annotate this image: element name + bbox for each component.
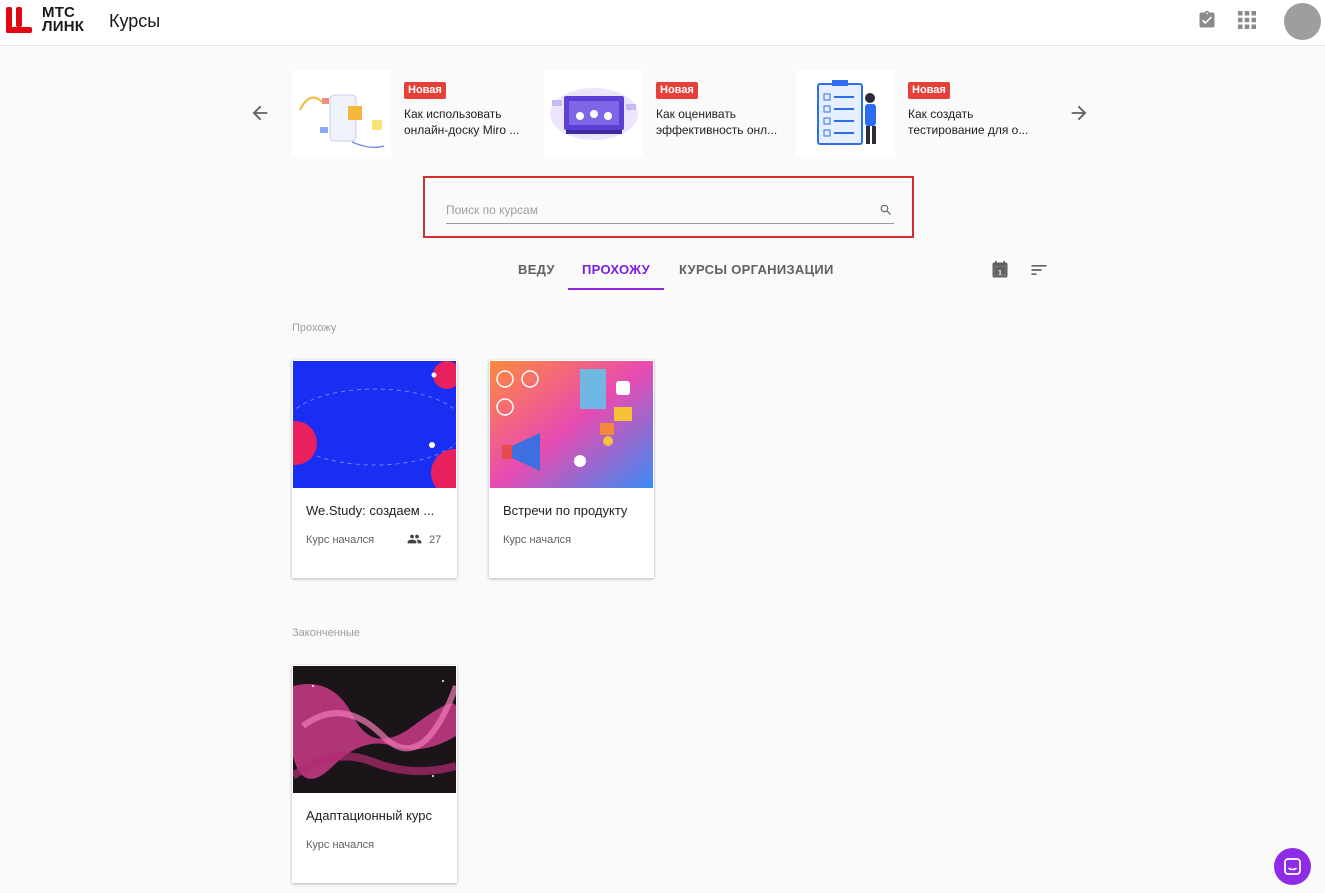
tab-learning[interactable]: ПРОХОЖУ (582, 262, 650, 277)
marketing-cover-icon (490, 361, 653, 488)
promo-card-miro[interactable]: Новая Как использовать онлайн-доску Miro… (292, 70, 532, 158)
promo-card-testing[interactable]: Новая Как создать тестирование для о... (796, 70, 1036, 158)
page-title: Курсы (109, 11, 161, 31)
chat-icon (1284, 858, 1301, 875)
logo-wordmark: МТС ЛИНК (42, 4, 85, 35)
checklist-illustration-icon (817, 80, 876, 145)
promo-title: Как создать тестирование для о... (908, 107, 1029, 137)
app-header: МТС ЛИНК Курсы (0, 0, 1325, 46)
arrow-right-icon[interactable] (1068, 102, 1090, 124)
new-badge: Новая (656, 82, 698, 99)
course-card[interactable]: Встречи по продукту Курс начался (489, 360, 654, 578)
course-title: Встречи по продукту (503, 503, 628, 518)
promo-title: Как оценивать эффективность онл... (656, 107, 778, 137)
participants-count: 27 (429, 534, 442, 546)
user-avatar[interactable] (1284, 3, 1321, 40)
course-card[interactable]: We.Study: создаем ... Курс начался 27 (292, 360, 457, 578)
tab-teaching[interactable]: ВЕДУ (518, 262, 555, 277)
promo-title: Как использовать онлайн-доску Miro ... (404, 107, 520, 137)
course-title: Адаптационный курс (306, 808, 432, 823)
calendar-day-label: 1 (998, 270, 1002, 277)
course-status: Курс начался (306, 839, 375, 851)
section-label-in-progress: Прохожу (292, 322, 337, 334)
course-status: Курс начался (503, 534, 572, 546)
mts-logo-icon[interactable] (6, 7, 32, 33)
course-cover (293, 361, 456, 488)
phone-illustration-icon (299, 94, 385, 149)
course-title: We.Study: создаем ... (306, 503, 435, 518)
course-status: Курс начался (306, 534, 375, 546)
search-icon[interactable] (879, 203, 893, 217)
arrow-left-icon[interactable] (249, 102, 271, 124)
presentation-illustration-icon (550, 88, 638, 140)
support-chat-button[interactable] (1274, 848, 1311, 885)
blue-abstract-cover-icon (293, 361, 456, 488)
promo-thumbnail (796, 70, 895, 157)
search-input[interactable] (446, 198, 874, 222)
course-card[interactable]: Адаптационный курс Курс начался (292, 665, 457, 883)
new-badge: Новая (404, 82, 446, 99)
promo-thumbnail (544, 70, 643, 157)
apps-grid-icon[interactable] (1237, 10, 1257, 30)
sort-icon[interactable] (1029, 260, 1049, 280)
promo-thumbnail (292, 70, 391, 157)
tab-organization-courses[interactable]: КУРСЫ ОРГАНИЗАЦИИ (679, 262, 834, 277)
search-container (423, 176, 914, 238)
course-cover (293, 666, 456, 793)
clipboard-check-icon[interactable] (1197, 10, 1217, 30)
section-label-finished: Законченные (292, 627, 360, 639)
people-icon (407, 534, 422, 544)
course-cover (490, 361, 653, 488)
promo-card-effectiveness[interactable]: Новая Как оценивать эффективность онл... (544, 70, 784, 158)
pink-smoke-cover-icon (293, 666, 456, 793)
search-underline (446, 223, 894, 224)
new-badge: Новая (908, 82, 950, 99)
calendar-icon[interactable]: 1 (990, 260, 1010, 280)
active-tab-indicator (568, 288, 664, 290)
